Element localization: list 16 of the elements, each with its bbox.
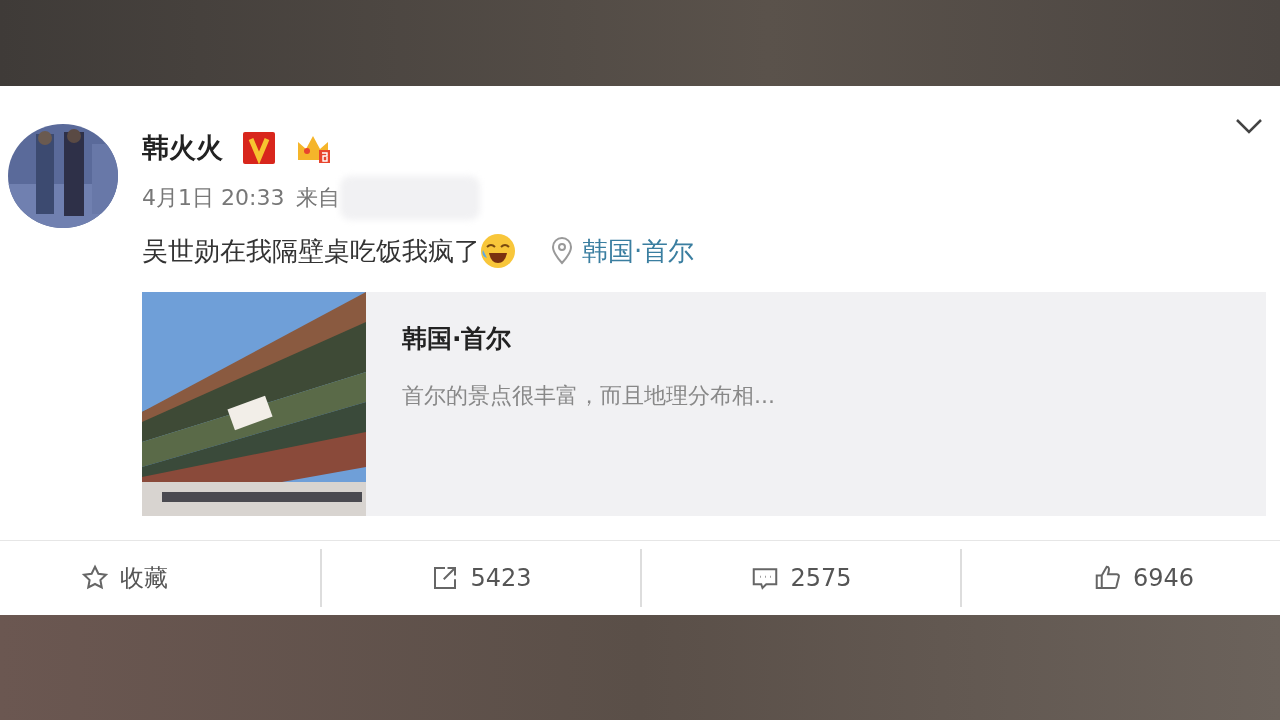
- chevron-down-icon[interactable]: [1234, 116, 1264, 136]
- link-title: 韩国·首尔: [402, 323, 513, 355]
- verified-badge-icon: [243, 132, 275, 164]
- link-description: 首尔的景点很丰富，而且地理分布相...: [402, 382, 775, 410]
- link-card[interactable]: 韩国·首尔 首尔的景点很丰富，而且地理分布相...: [142, 292, 1266, 516]
- favorite-action[interactable]: 收藏: [0, 549, 320, 607]
- author-name[interactable]: 韩火火: [142, 130, 223, 166]
- comment-action[interactable]: 2575: [640, 549, 960, 607]
- location-pin-icon: [550, 237, 574, 265]
- laughing-face-icon: [480, 233, 516, 269]
- location-link[interactable]: 韩国·首尔: [582, 233, 695, 269]
- post-time: 4月1日 20:33: [142, 184, 285, 212]
- repost-action[interactable]: 5423: [320, 549, 640, 607]
- post-text: 吴世勋在我隔壁桌吃饭我疯了: [142, 234, 480, 268]
- like-action[interactable]: 6946: [960, 549, 1280, 607]
- source-label: 来自: [296, 184, 341, 212]
